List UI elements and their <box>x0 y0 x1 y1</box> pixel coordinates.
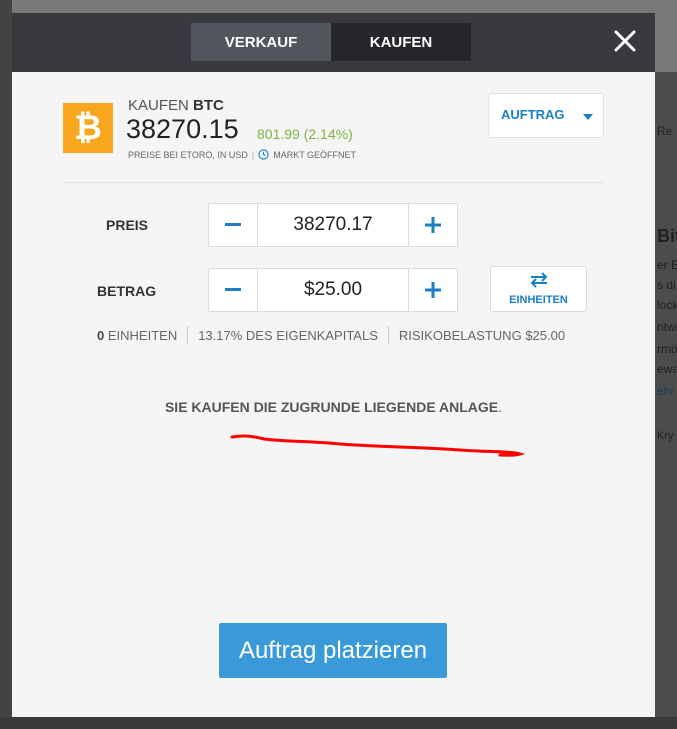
clock-icon <box>258 149 269 160</box>
amount-increase-button[interactable] <box>408 269 457 311</box>
order-type-dropdown[interactable]: AUFTRAG <box>488 93 604 138</box>
equity-percentage: 13.17% DES EIGENKAPITALS <box>198 327 378 343</box>
minus-icon <box>225 288 241 291</box>
red-underline-annotation <box>230 434 526 457</box>
close-button[interactable] <box>613 29 637 53</box>
amount-decrease-button[interactable] <box>209 269 258 311</box>
bitcoin-logo-icon: ₿ <box>63 103 113 153</box>
chevron-down-icon <box>583 114 593 120</box>
asset-price: 38270.15 <box>126 114 239 144</box>
units-label: EINHEITEN <box>107 327 178 343</box>
order-notice: SIE KAUFEN DIE ZUGRUNDE LIEGENDE ANLAGE. <box>12 399 655 415</box>
tab-buy[interactable]: KAUFEN <box>331 23 471 61</box>
risk-value: $25.00 <box>525 327 566 343</box>
asset-meta: PREISE BEI ETORO, IN USD | MARKT GEÖFFNE… <box>128 149 356 160</box>
plus-icon <box>425 282 441 298</box>
place-order-button[interactable]: Auftrag platzieren <box>219 623 447 678</box>
swap-arrows-icon <box>530 272 548 288</box>
amount-input[interactable] <box>258 269 408 311</box>
units-toggle-button[interactable]: EINHEITEN <box>490 266 587 312</box>
minus-icon <box>225 223 241 226</box>
units-toggle-label: EINHEITEN <box>509 294 568 306</box>
price-source: PREISE BEI ETORO, IN USD <box>128 149 248 160</box>
plus-icon <box>425 217 441 233</box>
asset-change: 801.99 (2.14%) <box>257 126 353 142</box>
asset-action: KAUFEN <box>128 97 189 114</box>
price-decrease-button[interactable] <box>209 204 258 246</box>
tab-sell[interactable]: VERKAUF <box>191 23 331 61</box>
trade-dialog: ₿ KAUFEN BTC 38270.15 801.99 (2.14%) PRE… <box>12 72 655 717</box>
meta-separator: | <box>251 149 255 160</box>
price-increase-button[interactable] <box>408 204 457 246</box>
modal-header: VERKAUF KAUFEN <box>12 13 655 72</box>
asset-title: KAUFEN BTC <box>128 97 224 114</box>
asset-symbol: BTC <box>193 97 224 114</box>
units-count: 0 <box>97 327 105 343</box>
divider <box>63 182 603 183</box>
risk-label: RISIKOBELASTUNG <box>398 327 522 343</box>
trade-direction-tabs: VERKAUF KAUFEN <box>191 23 471 61</box>
position-info: 0 EINHEITEN 13.17% DES EIGENKAPITALS RIS… <box>97 326 565 344</box>
order-type-label: AUFTRAG <box>501 107 565 122</box>
amount-label: BETRAG <box>97 283 157 299</box>
price-stepper <box>208 203 458 247</box>
info-separator <box>187 326 189 344</box>
price-input[interactable] <box>258 204 408 246</box>
close-icon <box>614 30 636 52</box>
notice-text: SIE KAUFEN DIE ZUGRUNDE LIEGENDE ANLAGE <box>164 399 499 415</box>
info-separator <box>387 326 389 344</box>
market-status: MARKT GEÖFFNET <box>273 149 357 160</box>
amount-stepper <box>208 268 458 312</box>
notice-dot: . <box>498 399 503 415</box>
price-label: PREIS <box>106 217 149 233</box>
